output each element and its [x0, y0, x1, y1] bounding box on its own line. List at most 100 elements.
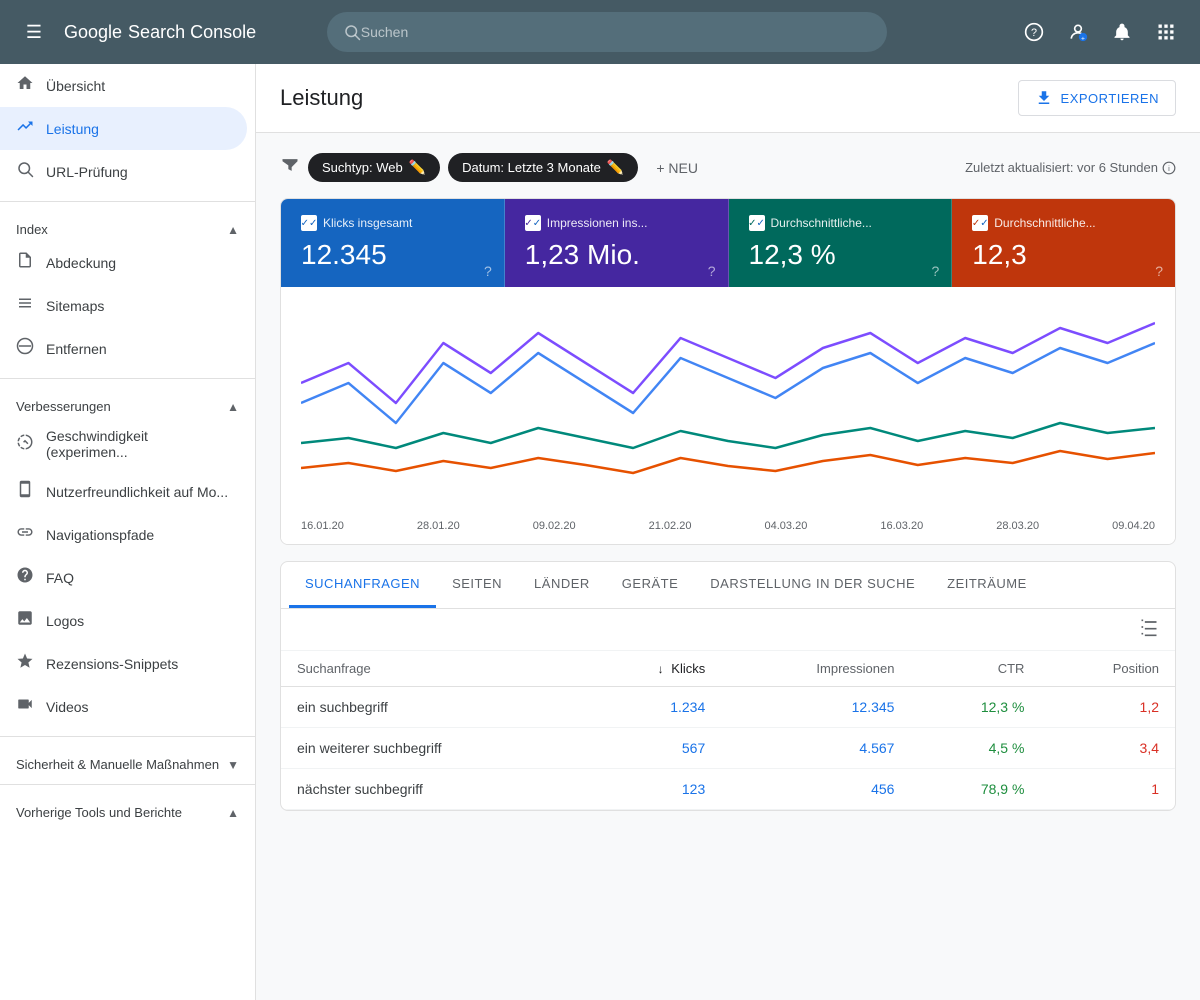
x-label-6: 28.03.20 — [996, 520, 1039, 532]
coverage-icon — [16, 251, 34, 274]
filter-chip-datum[interactable]: Datum: Letzte 3 Monate ✏️ — [448, 153, 638, 182]
apps-button[interactable] — [1148, 14, 1184, 50]
col-header-suchanfrage[interactable]: Suchanfrage — [281, 651, 584, 687]
main-content: Leistung EXPORTIEREN Suchtyp: Web ✏️ — [256, 64, 1200, 1000]
metric-checkbox-impressionen[interactable]: ✓ — [525, 215, 541, 231]
sidebar-label-sitemaps: Sitemaps — [46, 298, 104, 314]
sidebar-item-uebersicht[interactable]: Übersicht — [0, 64, 247, 107]
cell-position-2: 1 — [1040, 769, 1175, 810]
sidebar: Übersicht Leistung URL-Prüfung Index ▲ A… — [0, 64, 256, 1000]
x-label-4: 04.03.20 — [765, 520, 808, 532]
chart-x-labels: 16.01.20 28.01.20 09.02.20 21.02.20 04.0… — [281, 516, 1175, 544]
cell-ctr-2: 78,9 % — [910, 769, 1040, 810]
sidebar-divider-2 — [0, 378, 255, 379]
table-tabs: SUCHANFRAGEN SEITEN LÄNDER GERÄTE DARSTE… — [281, 562, 1175, 609]
metric-value-klicks: 12.345 — [301, 239, 484, 271]
export-button[interactable]: EXPORTIEREN — [1018, 80, 1176, 116]
search-bar[interactable] — [327, 12, 887, 52]
help-icon: ? — [1024, 22, 1044, 42]
new-filter-button[interactable]: + NEU — [646, 154, 708, 182]
sidebar-item-sitemaps[interactable]: Sitemaps — [0, 284, 247, 327]
table-section: SUCHANFRAGEN SEITEN LÄNDER GERÄTE DARSTE… — [280, 561, 1176, 811]
sidebar-item-faq[interactable]: FAQ — [0, 556, 247, 599]
sidebar-item-logos[interactable]: Logos — [0, 599, 247, 642]
chevron-up-icon-3: ▲ — [227, 806, 239, 820]
sidebar-item-leistung[interactable]: Leistung — [0, 107, 247, 150]
sidebar-label-leistung: Leistung — [46, 121, 99, 137]
tab-laender[interactable]: LÄNDER — [518, 562, 606, 608]
menu-icon[interactable]: ☰ — [16, 14, 52, 50]
col-header-position[interactable]: Position — [1040, 651, 1175, 687]
metric-checkbox-ctr[interactable]: ✓ — [749, 215, 765, 231]
table-filter-icon[interactable] — [1139, 617, 1159, 642]
search-input[interactable] — [361, 24, 871, 40]
download-icon — [1035, 89, 1053, 107]
mobile-icon — [16, 480, 34, 503]
filter-icon[interactable] — [280, 155, 300, 180]
tab-zeitraeume[interactable]: ZEITRÄUME — [931, 562, 1043, 608]
metric-help-position[interactable]: ? — [1155, 263, 1163, 279]
tab-geraete[interactable]: GERÄTE — [606, 562, 694, 608]
sidebar-label-faq: FAQ — [46, 570, 74, 586]
data-table: Suchanfrage ↓ Klicks Impressionen CTR Po… — [281, 651, 1175, 810]
chart-container — [281, 287, 1175, 516]
metric-checkbox-klicks[interactable]: ✓ — [301, 215, 317, 231]
sidebar-section-index-label: Index — [16, 222, 48, 237]
metric-help-ctr[interactable]: ? — [931, 263, 939, 279]
trending-icon — [16, 117, 34, 140]
remove-icon — [16, 337, 34, 360]
col-header-ctr[interactable]: CTR — [910, 651, 1040, 687]
edit-icon: ✏️ — [409, 159, 426, 176]
video-icon — [16, 695, 34, 718]
sidebar-item-nutzerfreundlichkeit[interactable]: Nutzerfreundlichkeit auf Mo... — [0, 470, 247, 513]
sidebar-section-verbesserungen-label: Verbesserungen — [16, 399, 111, 414]
cell-suchanfrage-0: ein suchbegriff — [281, 687, 584, 728]
table-row: ein weiterer suchbegriff 567 4.567 4,5 %… — [281, 728, 1175, 769]
cell-impressionen-0: 12.345 — [721, 687, 910, 728]
account-button[interactable]: + — [1060, 14, 1096, 50]
sidebar-section-tools-label: Vorherige Tools und Berichte — [16, 805, 182, 820]
cell-ctr-0: 12,3 % — [910, 687, 1040, 728]
sidebar-section-index[interactable]: Index ▲ — [0, 210, 255, 241]
sidebar-section-sicherheit[interactable]: Sicherheit & Manuelle Maßnahmen ▼ — [0, 745, 255, 776]
col-header-klicks[interactable]: ↓ Klicks — [584, 651, 721, 687]
sidebar-item-url-pruefung[interactable]: URL-Prüfung — [0, 150, 247, 193]
x-label-0: 16.01.20 — [301, 520, 344, 532]
notifications-button[interactable] — [1104, 14, 1140, 50]
sidebar-item-entfernen[interactable]: Entfernen — [0, 327, 247, 370]
speed-icon — [16, 433, 34, 456]
sidebar-item-rezensions-snippets[interactable]: Rezensions-Snippets — [0, 642, 247, 685]
sidebar-section-verbesserungen[interactable]: Verbesserungen ▲ — [0, 387, 255, 418]
metric-checkbox-position[interactable]: ✓ — [972, 215, 988, 231]
logo-google: Google — [64, 22, 122, 43]
col-header-impressionen[interactable]: Impressionen — [721, 651, 910, 687]
filter-chip-suchtyp-label: Suchtyp: Web — [322, 160, 403, 175]
url-search-icon — [16, 160, 34, 183]
sidebar-item-abdeckung[interactable]: Abdeckung — [0, 241, 247, 284]
topbar: ☰ Google Search Console ? + — [0, 0, 1200, 64]
metric-card-klicks[interactable]: ✓ Klicks insgesamt 12.345 ? — [281, 199, 505, 287]
filter-chip-suchtyp[interactable]: Suchtyp: Web ✏️ — [308, 153, 440, 182]
sidebar-section-tools[interactable]: Vorherige Tools und Berichte ▲ — [0, 793, 255, 824]
tab-suchanfragen[interactable]: SUCHANFRAGEN — [289, 562, 436, 608]
cell-position-1: 3,4 — [1040, 728, 1175, 769]
metric-card-impressionen[interactable]: ✓ Impressionen ins... 1,23 Mio. ? — [505, 199, 729, 287]
table-row: ein suchbegriff 1.234 12.345 12,3 % 1,2 — [281, 687, 1175, 728]
tab-seiten[interactable]: SEITEN — [436, 562, 518, 608]
metric-label-ctr: Durchschnittliche... — [771, 216, 872, 230]
sidebar-item-navigationspfade[interactable]: Navigationspfade — [0, 513, 247, 556]
metric-card-position[interactable]: ✓ Durchschnittliche... 12,3 ? — [952, 199, 1175, 287]
content-area: Suchtyp: Web ✏️ Datum: Letzte 3 Monate ✏… — [256, 133, 1200, 831]
metric-card-ctr[interactable]: ✓ Durchschnittliche... 12,3 % ? — [729, 199, 953, 287]
sitemaps-icon — [16, 294, 34, 317]
sidebar-item-videos[interactable]: Videos — [0, 685, 247, 728]
svg-text:i: i — [1168, 163, 1170, 172]
help-button[interactable]: ? — [1016, 14, 1052, 50]
metric-help-impressionen[interactable]: ? — [708, 263, 716, 279]
metric-help-klicks[interactable]: ? — [484, 263, 492, 279]
metric-header-impressionen: ✓ Impressionen ins... — [525, 215, 708, 231]
cell-impressionen-1: 4.567 — [721, 728, 910, 769]
sidebar-item-geschwindigkeit[interactable]: Geschwindigkeit (experimen... — [0, 418, 247, 470]
home-icon — [16, 74, 34, 97]
tab-darstellung[interactable]: DARSTELLUNG IN DER SUCHE — [694, 562, 931, 608]
